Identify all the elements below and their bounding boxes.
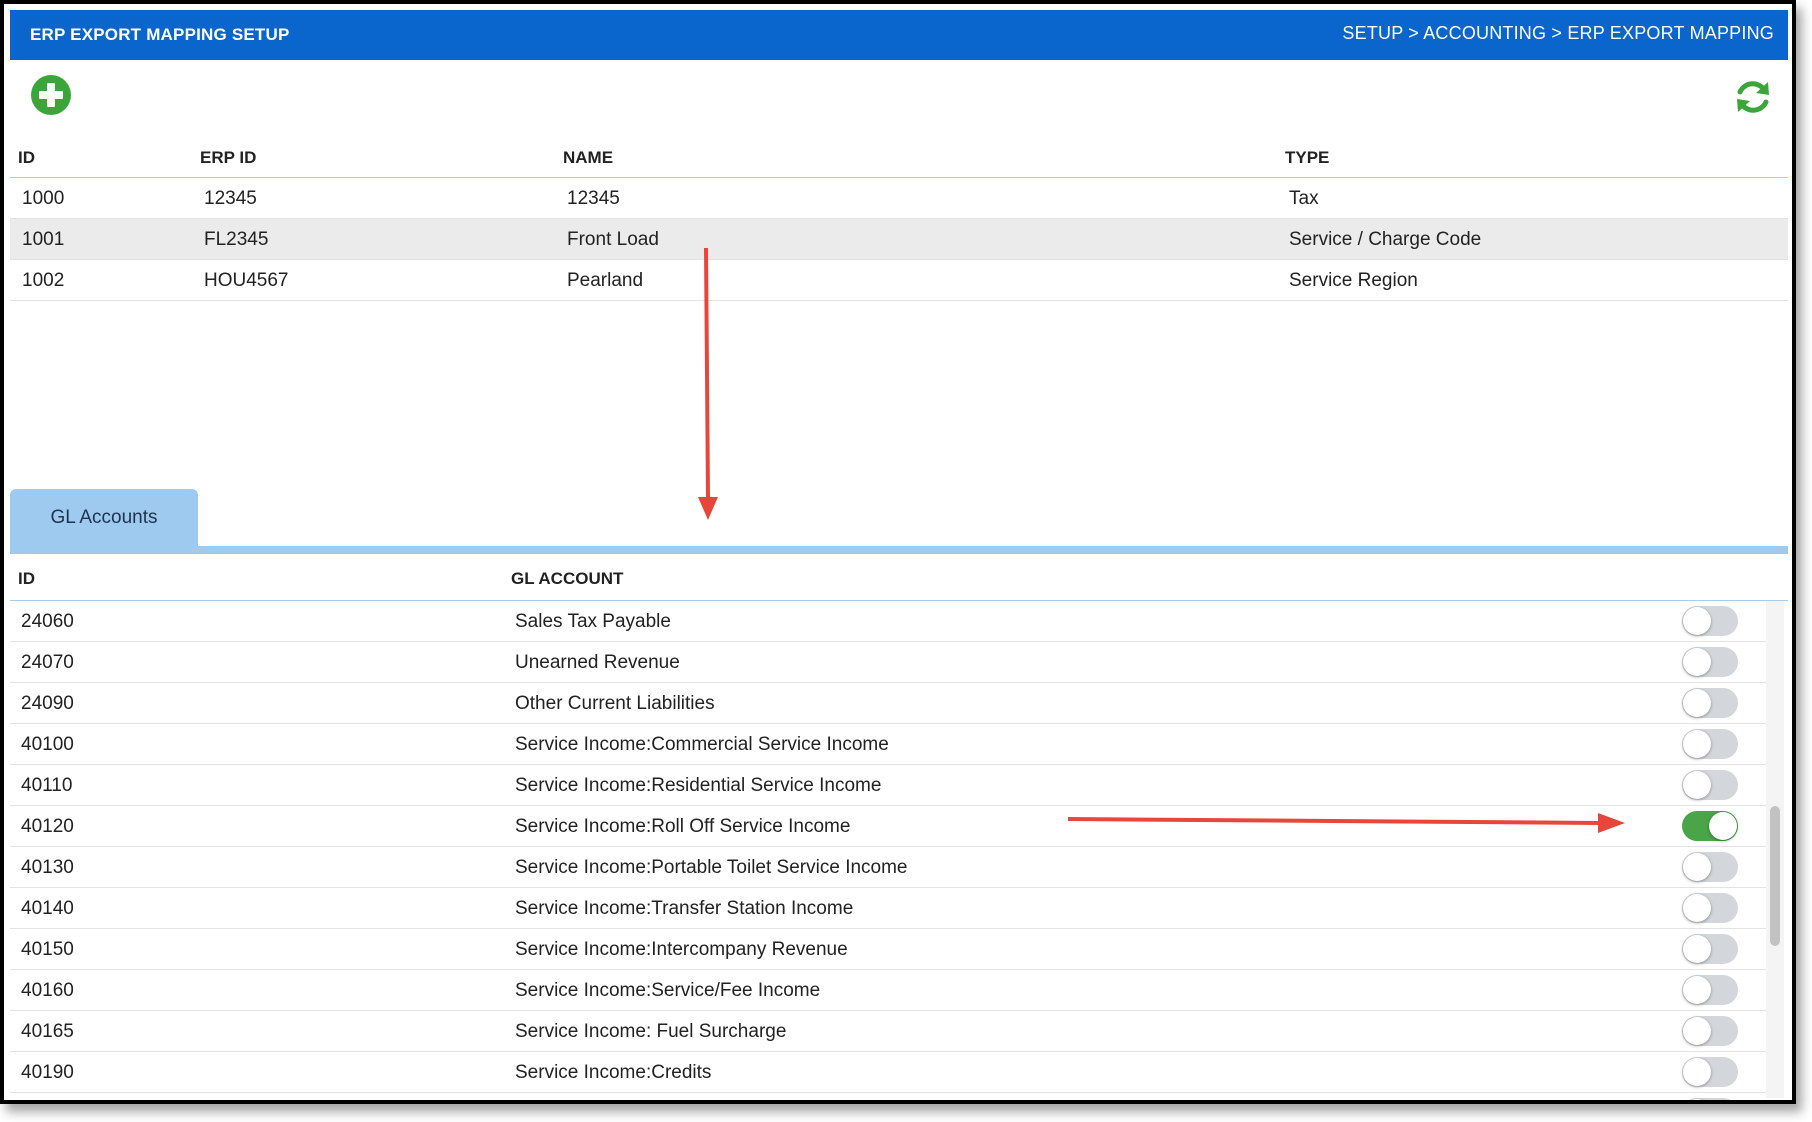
mapping-grid-header: ID ERP ID NAME TYPE	[10, 140, 1788, 178]
cell-id: 40160	[21, 980, 74, 1001]
page-header: ERP EXPORT MAPPING SETUP SETUP > ACCOUNT…	[10, 10, 1788, 60]
cell-erp-id: FL2345	[204, 229, 269, 250]
gl-row[interactable]: 24090 Other Current Liabilities	[10, 683, 1770, 724]
cell-erp-id: 12345	[204, 188, 257, 209]
breadcrumb[interactable]: SETUP > ACCOUNTING > ERP EXPORT MAPPING	[1342, 23, 1774, 44]
cell-gl-account: Service Income:Commercial Service Income	[515, 734, 889, 755]
toggle-knob	[1683, 648, 1711, 676]
gl-row-partial[interactable]	[10, 1093, 1770, 1100]
cell-gl-account: Service Income:Roll Off Service Income	[515, 816, 851, 837]
toggle-knob	[1683, 689, 1711, 717]
cell-gl-account: Sales Tax Payable	[515, 611, 671, 632]
tab-bar	[10, 546, 1788, 554]
app-window: ERP EXPORT MAPPING SETUP SETUP > ACCOUNT…	[0, 0, 1796, 1104]
toggle-switch[interactable]	[1682, 975, 1738, 1005]
cell-gl-account: Service Income:Service/Fee Income	[515, 980, 821, 1001]
gl-row[interactable]: 40190 Service Income:Credits	[10, 1052, 1770, 1093]
toggle-knob	[1683, 935, 1711, 963]
toggle-knob	[1683, 894, 1711, 922]
toggle-switch[interactable]	[1682, 852, 1738, 882]
gl-row[interactable]: 40120 Service Income:Roll Off Service In…	[10, 806, 1770, 847]
gl-row[interactable]: 24070 Unearned Revenue	[10, 642, 1770, 683]
gl-row[interactable]: 40150 Service Income:Intercompany Revenu…	[10, 929, 1770, 970]
toggle-knob	[1683, 976, 1711, 1004]
cell-id: 1000	[22, 188, 65, 209]
page-title: ERP EXPORT MAPPING SETUP	[30, 25, 290, 44]
cell-id: 1001	[22, 229, 65, 250]
gl-row[interactable]: 40140 Service Income:Transfer Station In…	[10, 888, 1770, 929]
cell-id: 24070	[21, 652, 74, 673]
cell-gl-account: Other Current Liabilities	[515, 693, 715, 714]
cell-name: Front Load	[567, 229, 659, 250]
column-header-id[interactable]: ID	[18, 148, 35, 168]
gl-row[interactable]: 40130 Service Income:Portable Toilet Ser…	[10, 847, 1770, 888]
mapping-row[interactable]: 1002 HOU4567 Pearland Service Region	[10, 260, 1788, 301]
cell-id: 1002	[22, 270, 65, 291]
toggle-switch[interactable]	[1682, 1057, 1738, 1087]
toggle-switch[interactable]	[1682, 606, 1738, 636]
gl-row[interactable]: 40160 Service Income:Service/Fee Income	[10, 970, 1770, 1011]
cell-gl-account: Service Income:Residential Service Incom…	[515, 775, 882, 796]
column-header-id[interactable]: ID	[18, 569, 35, 589]
mapping-row[interactable]: 1000 12345 12345 Tax	[10, 178, 1788, 219]
toggle-knob	[1683, 853, 1711, 881]
toggle-knob	[1683, 771, 1711, 799]
gl-grid-header: ID GL ACCOUNT	[10, 557, 1788, 601]
toggle-switch[interactable]	[1682, 647, 1738, 677]
cell-id: 40120	[21, 816, 74, 837]
toggle-knob	[1683, 607, 1711, 635]
toggle-switch[interactable]	[1682, 770, 1738, 800]
cell-name: 12345	[567, 188, 620, 209]
toggle-knob	[1683, 1058, 1711, 1086]
column-header-type[interactable]: TYPE	[1285, 148, 1329, 168]
toggle-switch[interactable]	[1682, 1016, 1738, 1046]
toggle-switch[interactable]	[1682, 934, 1738, 964]
mapping-row-selected[interactable]: 1001 FL2345 Front Load Service / Charge …	[10, 219, 1788, 260]
plus-circle-icon[interactable]	[30, 74, 72, 116]
cell-gl-account: Service Income:Credits	[515, 1062, 712, 1083]
toggle-switch[interactable]	[1682, 1098, 1738, 1100]
toggle-switch[interactable]	[1682, 688, 1738, 718]
toggle-knob	[1709, 812, 1737, 840]
cell-gl-account: Service Income:Transfer Station Income	[515, 898, 854, 919]
cell-id: 40100	[21, 734, 74, 755]
column-header-name[interactable]: NAME	[563, 148, 613, 168]
cell-id: 24060	[21, 611, 74, 632]
cell-id: 40130	[21, 857, 74, 878]
cell-erp-id: HOU4567	[204, 270, 289, 291]
toggle-switch-on[interactable]	[1682, 811, 1738, 841]
cell-type: Service / Charge Code	[1289, 229, 1482, 250]
column-header-erp-id[interactable]: ERP ID	[200, 148, 256, 168]
toggle-switch[interactable]	[1682, 893, 1738, 923]
gl-row[interactable]: 40165 Service Income: Fuel Surcharge	[10, 1011, 1770, 1052]
cell-gl-account: Unearned Revenue	[515, 652, 680, 673]
cell-type: Service Region	[1289, 270, 1418, 291]
gl-row[interactable]: 40110 Service Income:Residential Service…	[10, 765, 1770, 806]
cell-gl-account: Service Income:Intercompany Revenue	[515, 939, 848, 960]
cell-id: 40165	[21, 1021, 74, 1042]
cell-id: 40190	[21, 1062, 74, 1083]
vertical-scrollbar[interactable]	[1766, 601, 1784, 1098]
cell-id: 40140	[21, 898, 74, 919]
cell-id: 24090	[21, 693, 74, 714]
cell-gl-account: Service Income: Fuel Surcharge	[515, 1021, 787, 1042]
toggle-knob	[1683, 1017, 1711, 1045]
gl-grid-body: 24060 Sales Tax Payable 24070 Unearned R…	[10, 601, 1770, 1100]
toggle-switch[interactable]	[1682, 729, 1738, 759]
cell-gl-account: Service Income:Portable Toilet Service I…	[515, 857, 908, 878]
scrollbar-thumb[interactable]	[1770, 806, 1780, 946]
cell-type: Tax	[1289, 188, 1319, 209]
gl-row[interactable]: 24060 Sales Tax Payable	[10, 601, 1770, 642]
cell-name: Pearland	[567, 270, 644, 291]
cell-id: 40110	[21, 775, 73, 796]
toggle-knob	[1683, 730, 1711, 758]
cell-id: 40150	[21, 939, 74, 960]
column-header-gl-account[interactable]: GL ACCOUNT	[511, 569, 623, 589]
toggle-knob	[1683, 1099, 1711, 1100]
refresh-icon[interactable]	[1732, 76, 1774, 118]
gl-row[interactable]: 40100 Service Income:Commercial Service …	[10, 724, 1770, 765]
tab-gl-accounts[interactable]: GL Accounts	[10, 489, 198, 547]
